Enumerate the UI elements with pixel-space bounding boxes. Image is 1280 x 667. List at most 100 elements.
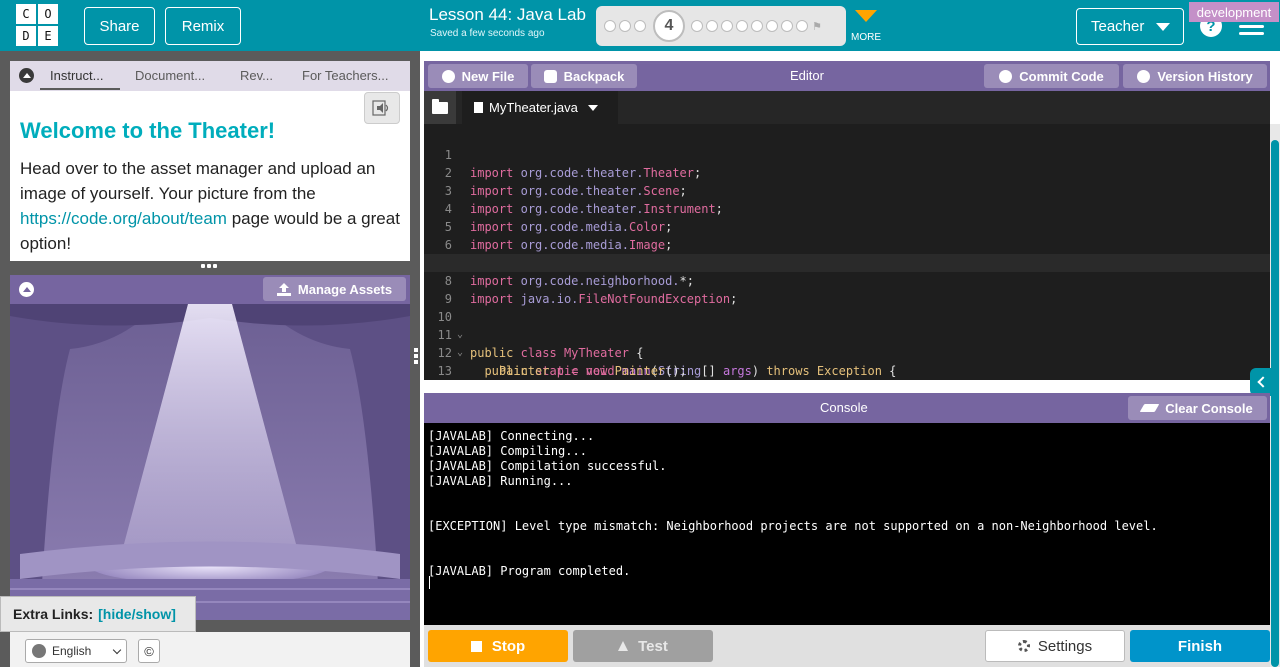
- code-editor[interactable]: 1 import org.code.theater.Theater; 2 imp…: [424, 124, 1270, 380]
- code-line: 1 import org.code.theater.Theater;: [424, 128, 1270, 180]
- code-line: 12 Painter p = new Painter();: [424, 326, 1270, 378]
- code-line: 10 ⌄ public class MyTheater {: [424, 290, 1270, 360]
- flask-icon: [618, 641, 629, 651]
- level-dot[interactable]: [766, 20, 778, 32]
- version-history-button[interactable]: Version History: [1123, 64, 1267, 88]
- console-line: [JAVALAB] Connecting...: [428, 429, 595, 443]
- clock-icon: [1137, 69, 1151, 83]
- vertical-resize-handle[interactable]: [414, 348, 418, 364]
- backpack-button[interactable]: Backpack: [531, 64, 637, 88]
- code-line: 4 import org.code.media.Color;: [424, 182, 1270, 234]
- code-line: 14: [424, 362, 1270, 380]
- version-history-label: Version History: [1157, 68, 1253, 84]
- backpack-label: Backpack: [563, 68, 625, 84]
- globe-icon: [32, 644, 46, 658]
- logo-letter: C: [16, 4, 36, 24]
- file-tab-label: MyTheater.java: [489, 100, 578, 115]
- file-icon: [474, 102, 483, 113]
- level-dot[interactable]: [706, 20, 718, 32]
- commit-code-label: Commit Code: [1019, 68, 1104, 84]
- instructions-text-start: Head over to the asset manager and uploa…: [20, 159, 376, 203]
- active-tab-underline: [40, 88, 120, 90]
- teacher-dropdown-label: Teacher: [1091, 18, 1145, 35]
- extra-links-box: Extra Links: [hide/show]: [0, 596, 196, 632]
- more-button[interactable]: MORE: [851, 32, 881, 43]
- new-file-label: New File: [461, 68, 515, 84]
- logo-letter: E: [38, 26, 58, 46]
- save-status: Saved a few seconds ago: [430, 28, 545, 39]
- editor-resize-handle[interactable]: [838, 384, 854, 388]
- remix-button[interactable]: Remix: [165, 7, 241, 45]
- logo-letter: D: [16, 26, 36, 46]
- file-tab-mytheater[interactable]: MyTheater.java: [462, 91, 618, 124]
- stop-button[interactable]: Stop: [428, 630, 568, 662]
- code-org-logo[interactable]: C O D E: [16, 4, 58, 46]
- console-input-cursor: [429, 576, 430, 589]
- caret-down-icon: [1156, 22, 1171, 31]
- console-output[interactable]: [JAVALAB] Connecting... [JAVALAB] Compil…: [424, 423, 1270, 625]
- check-circle-icon: [999, 69, 1013, 83]
- chevron-down-icon: [112, 645, 122, 655]
- code-line: 13 p.move();: [424, 344, 1270, 378]
- test-label: Test: [638, 637, 668, 655]
- console-line: [JAVALAB] Compiling...: [428, 444, 587, 458]
- clear-console-label: Clear Console: [1165, 400, 1253, 416]
- collapse-instructions-icon[interactable]: [19, 68, 34, 83]
- manage-assets-button[interactable]: Manage Assets: [263, 277, 406, 301]
- language-select[interactable]: English: [25, 639, 127, 663]
- stop-label: Stop: [491, 637, 526, 655]
- level-dot[interactable]: [604, 20, 616, 32]
- theater-stage-preview: [10, 304, 410, 620]
- caret-down-icon[interactable]: [587, 104, 598, 111]
- logo-letter: O: [38, 4, 58, 24]
- file-browser-button[interactable]: [424, 91, 456, 124]
- level-dot[interactable]: [736, 20, 748, 32]
- flag-icon[interactable]: ⚑: [812, 20, 822, 33]
- chevron-left-icon: [1257, 376, 1269, 388]
- code-line: 5 import org.code.media.Image;: [424, 200, 1270, 252]
- console-line: [JAVALAB] Compilation successful.: [428, 459, 667, 473]
- settings-label: Settings: [1037, 637, 1093, 655]
- language-value: English: [52, 644, 92, 658]
- clear-console-button[interactable]: Clear Console: [1128, 396, 1267, 420]
- current-level-bubble[interactable]: 4: [653, 10, 685, 42]
- text-to-speech-button[interactable]: [364, 92, 400, 124]
- new-file-button[interactable]: New File: [428, 64, 528, 88]
- tab-instructions[interactable]: Instruct...: [50, 68, 103, 83]
- instructions-resize-handle[interactable]: [201, 264, 217, 268]
- tab-for-teachers[interactable]: For Teachers...: [302, 68, 388, 83]
- code-line: 6 import org.code.media.Pixel;: [424, 218, 1270, 270]
- settings-button[interactable]: Settings: [985, 630, 1125, 662]
- scrollbar-thumb[interactable]: [1271, 140, 1279, 667]
- plus-circle-icon: [441, 69, 455, 83]
- instructions-text: Head over to the asset manager and uploa…: [20, 156, 402, 256]
- level-dot[interactable]: [721, 20, 733, 32]
- more-arrow-icon[interactable]: [855, 10, 877, 22]
- tab-documentation[interactable]: Document...: [135, 68, 205, 83]
- console-error-line: [EXCEPTION] Level type mismatch: Neighbo…: [428, 519, 1158, 533]
- code-line: 3 import org.code.theater.Instrument;: [424, 164, 1270, 216]
- level-dot[interactable]: [634, 20, 646, 32]
- expand-panel-tab[interactable]: [1250, 368, 1272, 396]
- level-dot[interactable]: [751, 20, 763, 32]
- finish-button[interactable]: Finish: [1130, 630, 1270, 662]
- share-button[interactable]: Share: [84, 7, 155, 45]
- level-dot[interactable]: [796, 20, 808, 32]
- collapse-assets-icon[interactable]: [19, 282, 34, 297]
- tab-review[interactable]: Rev...: [240, 68, 273, 83]
- hide-show-link[interactable]: [hide/show]: [98, 606, 176, 622]
- team-page-link[interactable]: https://code.org/about/team: [20, 209, 227, 228]
- level-dot[interactable]: [781, 20, 793, 32]
- extra-links-label: Extra Links:: [13, 606, 94, 622]
- upload-icon: [276, 282, 291, 296]
- test-button[interactable]: Test: [573, 630, 713, 662]
- level-dot[interactable]: [691, 20, 703, 32]
- eraser-icon: [1139, 404, 1160, 412]
- teacher-view-dropdown[interactable]: Teacher: [1076, 8, 1184, 45]
- level-progress-bar: 4 ⚑: [596, 6, 846, 46]
- copyright-button[interactable]: ©: [138, 639, 160, 663]
- editor-title: Editor: [790, 68, 824, 83]
- commit-code-button[interactable]: Commit Code: [984, 64, 1119, 88]
- gear-icon: [1017, 640, 1030, 652]
- level-dot[interactable]: [619, 20, 631, 32]
